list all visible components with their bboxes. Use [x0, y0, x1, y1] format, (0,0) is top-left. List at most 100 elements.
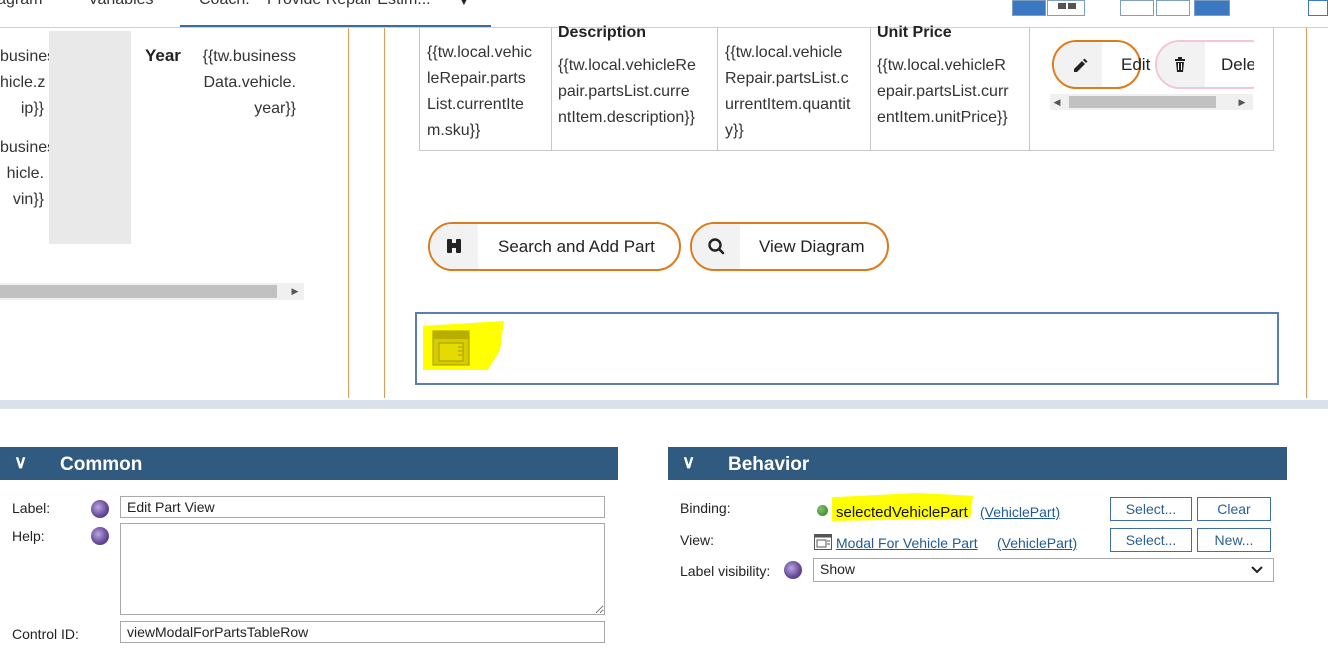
binding-type-link[interactable]: (VehiclePart)	[980, 504, 1060, 520]
label-visibility-select[interactable]: Show	[813, 558, 1274, 582]
column-header-description: Description	[558, 24, 647, 41]
vin-binding-text: business hicle. vin}}	[0, 135, 64, 213]
label-field-label: Label:	[12, 500, 51, 516]
label-input[interactable]	[120, 496, 605, 518]
checkbox-icon[interactable]	[1308, 0, 1328, 16]
tablet-view-icon[interactable]	[1156, 0, 1190, 16]
vin-line-3: vin}}	[12, 191, 44, 208]
vin-line-1: business	[0, 139, 64, 156]
scroll-right-icon[interactable]: ▶	[1235, 94, 1249, 110]
section-divider	[384, 28, 385, 398]
desktop-view-icon[interactable]	[1194, 0, 1230, 16]
phone-view-icon[interactable]	[1120, 0, 1154, 16]
behavior-panel-header[interactable]: ∨ Behavior	[668, 447, 1287, 480]
cell-line: {{tw.local.vehic	[427, 44, 532, 61]
help-textarea[interactable]	[120, 523, 605, 615]
tab-coach-label: Coach:	[199, 0, 250, 9]
behavior-panel-title: Behavior	[728, 454, 810, 475]
scroll-left-icon[interactable]: ◀	[1050, 94, 1064, 110]
editor-tab-bar: Diagram Variables Coach: Provide Repair …	[0, 0, 1328, 28]
table-cell-unit-price: {{tw.local.vehicleR epair.partsList.curr…	[877, 53, 1027, 131]
view-label: View:	[680, 532, 714, 548]
trash-icon	[1175, 57, 1185, 72]
tab-variables[interactable]: Variables	[88, 0, 154, 9]
cell-line: ntItem.description}}	[558, 109, 695, 126]
section-divider	[1306, 28, 1307, 398]
edit-icon-cell	[1054, 42, 1102, 87]
year-line-3: year}}	[254, 100, 296, 117]
view-new-button[interactable]: New...	[1197, 528, 1271, 552]
left-horizontal-scrollbar[interactable]: ▶	[0, 283, 304, 300]
binoculars-icon	[447, 239, 461, 253]
chevron-down-icon[interactable]: ∨	[14, 452, 27, 473]
modal-view-container[interactable]	[415, 312, 1279, 385]
binding-toggle-icon[interactable]	[91, 500, 109, 518]
binding-toggle-icon[interactable]	[91, 527, 109, 545]
help-field-label: Help:	[12, 528, 45, 544]
tab-coach[interactable]: Coach: Provide Repair Estim... ▼	[180, 0, 491, 27]
cell-line: {{tw.local.vehicle	[725, 44, 843, 61]
column-separator	[551, 28, 552, 150]
view-diagram-label: View Diagram	[759, 237, 865, 256]
binding-select-button[interactable]: Select...	[1110, 497, 1192, 521]
grid-view-icon[interactable]	[1047, 0, 1085, 16]
section-divider	[348, 28, 349, 398]
search-add-part-button[interactable]: Search and Add Part	[428, 222, 681, 271]
cell-line: {{tw.local.vehicleR	[877, 57, 1006, 74]
column-separator	[870, 28, 871, 150]
table-cell-description: {{tw.local.vehicleRe pair.partsList.curr…	[558, 53, 716, 131]
cell-line: entItem.unitPrice}}	[877, 109, 1008, 126]
cell-line: Repair.partsList.c	[725, 70, 849, 87]
list-view-icon[interactable]	[1012, 0, 1046, 16]
zip-line-2: hicle.z	[0, 74, 46, 91]
view-diagram-button[interactable]: View Diagram	[690, 222, 889, 271]
binding-label: Binding:	[680, 500, 731, 516]
delete-row-button[interactable]: Dele	[1155, 40, 1254, 89]
tab-coach-detail: Provide Repair Estim...	[267, 0, 431, 9]
view-type-link[interactable]: (VehiclePart)	[997, 535, 1077, 551]
status-dot-icon	[817, 505, 828, 516]
pencil-icon	[1074, 58, 1088, 72]
control-id-input[interactable]	[120, 621, 605, 643]
zip-line-3: ip}}	[20, 100, 44, 117]
row-actions: Edit Dele	[1036, 34, 1254, 94]
view-link[interactable]: Modal For Vehicle Part	[836, 535, 978, 551]
scrollbar-thumb[interactable]	[0, 285, 277, 298]
column-header-unit-price: Unit Price	[877, 24, 952, 41]
chevron-down-icon[interactable]: ∨	[682, 452, 695, 473]
delete-label: Dele	[1221, 55, 1254, 74]
column-separator	[1029, 28, 1030, 150]
view-type-icon	[814, 534, 832, 550]
cell-line: epair.partsList.curr	[877, 83, 1009, 100]
binding-variable[interactable]: selectedVehiclePart	[836, 504, 968, 521]
zip-line-1: business	[0, 48, 64, 65]
year-line-2: Data.vehicle.	[203, 74, 297, 91]
table-cell-sku: {{tw.local.vehic leRepair.parts List.cur…	[427, 40, 549, 144]
cell-line: pair.partsList.curre	[558, 83, 690, 100]
search-icon-cell	[692, 224, 740, 269]
scroll-right-icon[interactable]: ▶	[288, 283, 302, 300]
common-panel-header[interactable]: ∨ Common	[0, 447, 618, 480]
edit-row-button[interactable]: Edit	[1052, 40, 1150, 89]
search-icon	[708, 238, 725, 255]
cell-line: urrentItem.quantit	[725, 96, 851, 113]
label-visibility-value: Show	[820, 561, 856, 577]
zip-binding-text: business hicle.z ip}}	[0, 44, 64, 122]
chevron-down-icon[interactable]: ▼	[458, 0, 470, 8]
delete-icon-cell	[1157, 42, 1205, 87]
chevron-down-icon[interactable]	[1251, 566, 1263, 574]
binding-clear-button[interactable]: Clear	[1197, 497, 1271, 521]
cell-line: leRepair.parts	[427, 70, 526, 87]
scrollbar-thumb[interactable]	[1069, 96, 1216, 108]
binding-toggle-icon[interactable]	[784, 561, 802, 579]
column-separator	[717, 28, 718, 150]
table-cell-quantity: {{tw.local.vehicle Repair.partsList.c ur…	[725, 40, 869, 144]
tab-diagram[interactable]: Diagram	[0, 0, 42, 9]
placeholder-block[interactable]	[49, 31, 131, 244]
panel-splitter[interactable]	[0, 400, 1328, 408]
vin-line-2: hicle.	[6, 165, 44, 182]
edit-label: Edit	[1121, 55, 1151, 74]
view-control-icon[interactable]	[431, 329, 471, 369]
actions-horizontal-scrollbar[interactable]: ◀ ▶	[1050, 94, 1253, 110]
view-select-button[interactable]: Select...	[1110, 528, 1192, 552]
